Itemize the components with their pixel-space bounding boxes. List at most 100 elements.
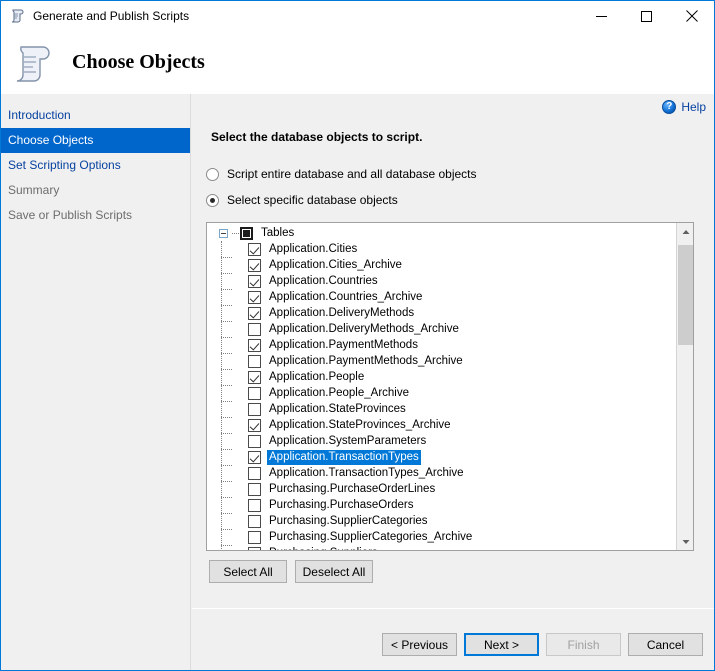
checkbox-unchecked[interactable] (248, 402, 261, 416)
page-title: Choose Objects (72, 51, 205, 73)
wizard-sidebar: Introduction Choose Objects Set Scriptin… (1, 94, 191, 670)
tree-row-label: Application.People (269, 370, 365, 383)
checkbox-checked[interactable] (248, 242, 261, 256)
tree-row-label: Application.Cities_Archive (269, 258, 402, 271)
tree-row-label: Purchasing.Suppliers (267, 546, 380, 551)
tree-row[interactable]: Application.SystemParameters (207, 433, 676, 450)
tree-row-label: Application.DeliveryMethods_Archive (269, 322, 459, 335)
tree-row[interactable]: Application.DeliveryMethods_Archive (207, 321, 676, 338)
tree-row[interactable]: Purchasing.PurchaseOrders (207, 497, 676, 514)
tree-row[interactable]: Application.Countries_Archive (207, 289, 676, 306)
tree-row[interactable]: Application.PaymentMethods_Archive (207, 353, 676, 370)
checkbox-unchecked[interactable] (248, 386, 261, 400)
tree-row[interactable]: Application.PaymentMethods (207, 337, 676, 354)
tree-row[interactable]: Application.StateProvinces (207, 401, 676, 418)
window-controls (579, 1, 714, 31)
sidebar-item-save-or-publish-scripts: Save or Publish Scripts (8, 208, 133, 222)
tree-row[interactable]: Application.TransactionTypes_Archive (207, 465, 676, 482)
tree-row-root-tables[interactable]: Tables (207, 225, 676, 241)
finish-button: Finish (546, 633, 621, 656)
tree-row-label: Purchasing.SupplierCategories (269, 514, 428, 527)
tree-row-label: Purchasing.PurchaseOrderLines (269, 482, 436, 495)
checkbox-checked[interactable] (248, 338, 261, 352)
header-script-scroll-icon (12, 40, 58, 86)
tree-row-label: Application.TransactionTypes_Archive (269, 466, 464, 479)
sidebar-item-summary: Summary (8, 183, 60, 197)
radio-script-entire-database[interactable]: Script entire database and all database … (206, 167, 477, 181)
checkbox-checked[interactable] (248, 274, 261, 288)
checkbox-unchecked[interactable] (248, 514, 261, 528)
checkbox-checked[interactable] (248, 370, 261, 384)
object-tree-list[interactable]: Tables Application.Cities Application.Ci… (207, 223, 676, 550)
radio-select-specific-objects[interactable]: Select specific database objects (206, 193, 398, 207)
tree-row-label: Application.PaymentMethods (269, 338, 418, 351)
help-question-icon: ? (662, 100, 677, 114)
checkbox-checked[interactable] (248, 258, 261, 272)
checkbox-unchecked[interactable] (248, 354, 261, 368)
help-link[interactable]: ? Help (662, 100, 706, 114)
checkbox-checked[interactable] (248, 290, 261, 304)
deselect-all-button[interactable]: Deselect All (295, 560, 373, 583)
tree-row[interactable]: Purchasing.SupplierCategories (207, 513, 676, 530)
object-tree-panel: Tables Application.Cities Application.Ci… (206, 222, 694, 551)
tree-row-label: Application.PaymentMethods_Archive (269, 354, 463, 367)
sidebar-item-introduction[interactable]: Introduction (1, 103, 190, 128)
checkbox-unchecked[interactable] (248, 482, 261, 496)
cancel-button[interactable]: Cancel (628, 633, 703, 656)
tree-row[interactable]: Purchasing.SupplierCategories_Archive (207, 529, 676, 546)
checkbox-unchecked[interactable] (248, 434, 261, 448)
checkbox-unchecked[interactable] (248, 466, 261, 480)
checkbox-unchecked[interactable] (248, 498, 261, 512)
content-panel: ? Help Select the database objects to sc… (192, 94, 714, 607)
tree-row-label: Application.Countries_Archive (269, 290, 423, 303)
tree-vertical-scrollbar[interactable] (676, 223, 693, 550)
tree-row[interactable]: Application.People (207, 369, 676, 386)
tree-row-label: Purchasing.SupplierCategories_Archive (269, 530, 473, 543)
tree-row[interactable]: Purchasing.PurchaseOrderLines (207, 481, 676, 498)
window-title: Generate and Publish Scripts (33, 9, 190, 23)
minimize-button[interactable] (579, 1, 624, 31)
previous-button[interactable]: < Previous (382, 633, 457, 656)
tree-row[interactable]: Application.StateProvinces_Archive (207, 417, 676, 434)
select-all-button[interactable]: Select All (209, 560, 287, 583)
tree-row-label: Application.TransactionTypes (267, 449, 421, 465)
collapse-expander-icon[interactable] (219, 228, 228, 238)
sidebar-item-set-scripting-options[interactable]: Set Scripting Options (1, 153, 190, 178)
wizard-footer: < Previous Next > Finish Cancel (192, 608, 714, 670)
radio-label-script-entire-database: Script entire database and all database … (227, 167, 477, 181)
title-bar: Generate and Publish Scripts (1, 1, 714, 31)
checkbox-tables-partial[interactable] (240, 226, 253, 240)
radio-button-selected-icon (206, 193, 219, 207)
help-label: Help (681, 100, 706, 114)
checkbox-checked[interactable] (248, 306, 261, 320)
checkbox-unchecked[interactable] (248, 530, 261, 544)
tree-row-label: Application.DeliveryMethods (269, 306, 415, 319)
tree-row[interactable]: Purchasing.Suppliers (207, 545, 676, 550)
tree-row[interactable]: Application.Countries (207, 273, 676, 290)
checkbox-checked[interactable] (248, 418, 261, 432)
scrollbar-thumb[interactable] (678, 245, 693, 345)
page-header: Choose Objects (1, 31, 714, 94)
next-button[interactable]: Next > (464, 633, 539, 656)
tree-row-label: Application.SystemParameters (269, 434, 427, 447)
tree-row-label: Application.Cities (269, 242, 358, 255)
tree-row[interactable]: Application.Cities (207, 241, 676, 258)
checkbox-unchecked[interactable] (248, 546, 261, 550)
tree-row-selected[interactable]: Application.TransactionTypes (207, 449, 676, 466)
scroll-up-arrow-icon[interactable] (677, 223, 693, 240)
tree-row[interactable]: Application.People_Archive (207, 385, 676, 402)
maximize-button[interactable] (624, 1, 669, 31)
close-button[interactable] (669, 1, 714, 31)
checkbox-unchecked[interactable] (248, 322, 261, 336)
tree-connector (232, 232, 239, 234)
scroll-down-arrow-icon[interactable] (677, 533, 693, 550)
tree-row-label: Application.People_Archive (269, 386, 410, 399)
radio-button-unselected-icon (206, 167, 219, 181)
tree-row[interactable]: Application.Cities_Archive (207, 257, 676, 274)
tree-row[interactable]: Application.DeliveryMethods (207, 305, 676, 322)
checkbox-checked[interactable] (248, 450, 261, 464)
tree-row-label: Application.StateProvinces (269, 402, 406, 415)
tree-row-label: Tables (261, 226, 295, 239)
sidebar-item-choose-objects[interactable]: Choose Objects (1, 128, 190, 153)
instruction-text: Select the database objects to script. (211, 130, 423, 144)
